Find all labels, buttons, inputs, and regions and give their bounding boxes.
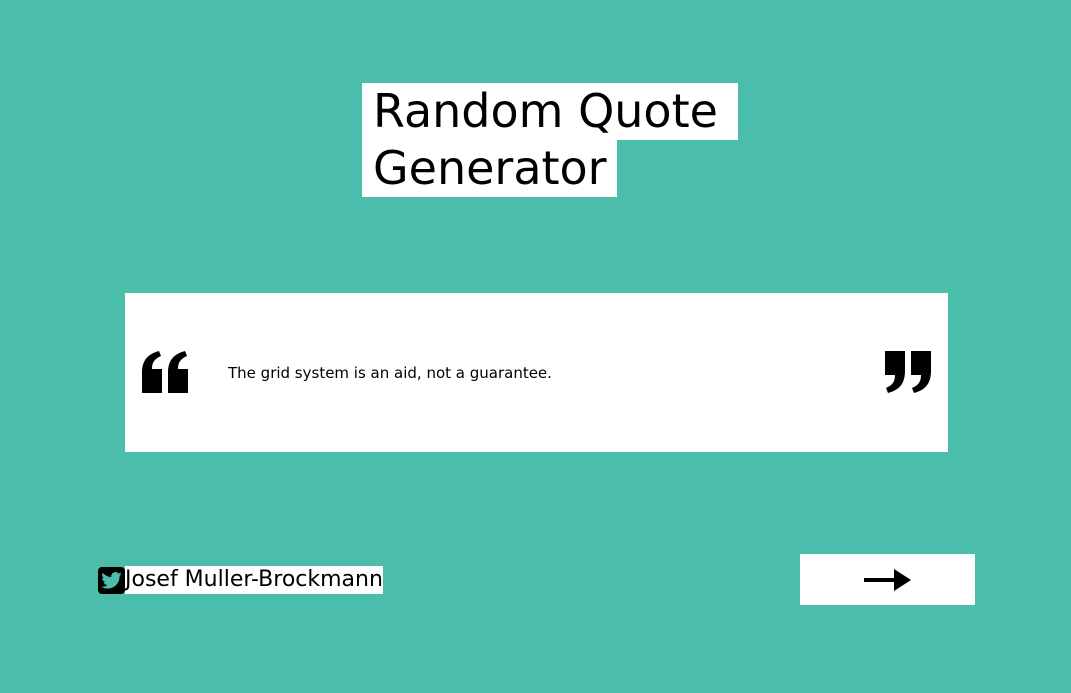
arrow-right-icon [863, 568, 911, 591]
quote-right-icon [885, 351, 931, 393]
twitter-icon[interactable] [98, 566, 125, 594]
quote-text: The grid system is an aid, not a guarant… [228, 364, 552, 382]
next-quote-button[interactable] [800, 554, 975, 605]
quote-left-icon [142, 351, 188, 393]
author-row: Josef Muller-Brockmann [98, 566, 383, 594]
page-title-line-1: Random Quote [362, 83, 738, 140]
page-title-line-2: Generator [362, 140, 617, 197]
page-title: Random Quote Generator [362, 83, 738, 197]
quote-card: The grid system is an aid, not a guarant… [125, 293, 948, 452]
author-name: Josef Muller-Brockmann [125, 566, 383, 594]
